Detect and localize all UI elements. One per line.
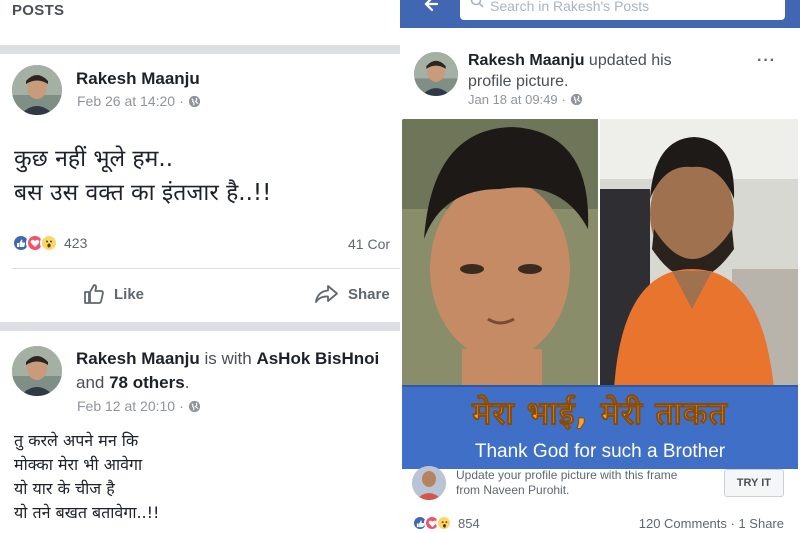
comments-count-link[interactable]: 41 Cor: [348, 236, 390, 252]
post-text-line: मोक्का मेरा भी आवेगा: [14, 455, 143, 474]
post-meta: Jan 18 at 09:49 ·: [468, 92, 583, 107]
author-name-link[interactable]: Rakesh Maanju: [76, 69, 200, 88]
wow-reaction-icon: [40, 234, 58, 252]
engagement-stats: 120 Comments · 1 Share: [639, 516, 784, 531]
search-input[interactable]: Search in Rakesh's Posts: [460, 0, 785, 20]
stats-separator: ·: [726, 516, 739, 531]
meta-separator: ·: [561, 92, 566, 107]
post-body-text: कुछ नहीं भूले हम.. बस उस वक्त का इंतजार …: [14, 142, 271, 210]
like-button[interactable]: Like: [82, 282, 144, 306]
with-text: is with: [199, 349, 257, 368]
author-avatar[interactable]: [12, 346, 62, 396]
globe-icon: [188, 400, 200, 412]
period-text: .: [184, 373, 190, 392]
post-body-text: तु करले अपने मन कि मोक्का मेरा भी आवेगा …: [14, 429, 159, 525]
shares-count-link[interactable]: 1 Share: [738, 516, 784, 531]
promo-line: Update your profile picture with this fr…: [456, 468, 678, 482]
post-text-line: तु करले अपने मन कि: [14, 431, 139, 450]
frame-thumbnail: [412, 466, 446, 500]
meta-separator: ·: [179, 93, 184, 109]
meta-separator: ·: [179, 398, 184, 414]
author-avatar[interactable]: [12, 65, 62, 115]
tagged-person-link[interactable]: AsHok BisHnoi: [256, 349, 379, 368]
post-text-line: बस उस वक्त का इंतजार है..!!: [14, 180, 272, 206]
promo-line: from Naveen Purohit.: [456, 483, 570, 497]
post-timestamp[interactable]: Jan 18 at 09:49: [468, 92, 558, 107]
posts-section-header: POSTS: [12, 2, 65, 19]
post-timestamp[interactable]: Feb 26 at 14:20: [77, 93, 175, 109]
post-meta: Feb 26 at 14:20 ·: [77, 93, 201, 109]
post-separator: [0, 45, 400, 54]
like-label: Like: [114, 285, 145, 303]
post-meta: Feb 12 at 20:10 ·: [77, 398, 201, 414]
post-author-line: Rakesh Maanju: [76, 67, 200, 91]
globe-icon: [570, 93, 583, 106]
post-author-line: Rakesh Maanju updated his profile pictur…: [468, 50, 698, 92]
left-panel: POSTS Rakesh Maanju Feb 26 at 14:20 · कु…: [0, 0, 400, 533]
post-text-line: कुछ नहीं भूले हम..: [14, 146, 174, 172]
profile-frame-banner: मेरा भाई, मेरी ताकत Thank God for such a…: [402, 385, 798, 469]
top-search-bar: Search in Rakesh's Posts: [400, 0, 800, 28]
frame-promo: Update your profile picture with this fr…: [412, 466, 792, 500]
comments-count-link[interactable]: 120 Comments: [639, 516, 727, 531]
action-divider: [12, 268, 400, 269]
back-arrow-icon[interactable]: [422, 0, 438, 12]
post-text-line: यो तने बखत बतावेगा..!!: [14, 503, 160, 522]
globe-icon: [188, 95, 200, 107]
post-timestamp[interactable]: Feb 12 at 20:10: [77, 398, 175, 414]
post-author-line: Rakesh Maanju is with AsHok BisHnoi and …: [76, 347, 391, 395]
author-name-link[interactable]: Rakesh Maanju: [76, 349, 200, 368]
share-arrow-icon: [315, 285, 338, 303]
frame-promo-text: Update your profile picture with this fr…: [456, 468, 677, 498]
others-link[interactable]: 78 others: [109, 373, 185, 392]
thumbs-up-icon: [84, 284, 104, 304]
share-label: Share: [348, 285, 390, 303]
search-icon: [470, 0, 484, 8]
post-separator: [0, 322, 400, 331]
reaction-summary[interactable]: 423: [12, 234, 87, 252]
author-name-link[interactable]: Rakesh Maanju: [468, 52, 584, 69]
try-it-button[interactable]: TRY IT: [723, 469, 784, 497]
and-text: and: [76, 373, 110, 392]
wow-reaction-icon: [436, 515, 452, 531]
author-avatar[interactable]: [414, 52, 458, 96]
share-button[interactable]: Share: [314, 282, 390, 306]
reaction-count: 854: [458, 515, 480, 531]
reaction-count: 423: [64, 235, 88, 251]
right-panel: Search in Rakesh's Posts Rakesh Maanju u…: [400, 0, 800, 533]
banner-english-text: Thank God for such a Brother: [474, 441, 726, 462]
more-options-button[interactable]: ···: [757, 52, 776, 70]
post-text-line: यो यार के चीज है: [14, 479, 115, 498]
banner-hindi-text: मेरा भाई, मेरी ताकत: [472, 394, 728, 433]
reaction-summary[interactable]: 854: [412, 515, 480, 531]
